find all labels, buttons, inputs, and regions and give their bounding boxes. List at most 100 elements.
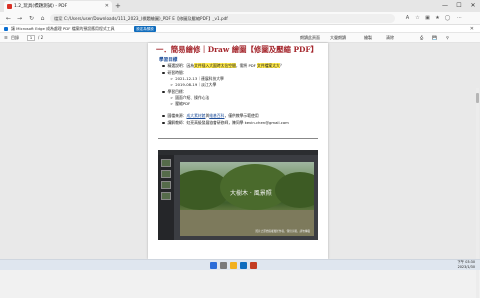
default-pdf-notification: 讓 Microsoft Edge 成為處理 PDF 檔案的預設應用程式工具 設定… — [0, 25, 480, 33]
goal-1: 圖面介紹、操作心法 — [175, 95, 210, 100]
bullet-icon — [162, 114, 165, 118]
goal-line-1: ➢ 圖面介紹、操作心法 — [170, 95, 209, 100]
tab-strip: 1.2_玩具(標題測試) - PDF ✕ + — ☐ ✕ — [0, 0, 480, 12]
url-field[interactable]: 檔案 C:/Users/user/Downloads/111_2023_(標題繪… — [50, 14, 395, 23]
study-time-label: 研習時間： — [167, 70, 187, 75]
edge-icon — [4, 27, 8, 31]
pin-icon[interactable]: ⚲ — [446, 33, 449, 43]
clock-date: 2023/1/30 — [457, 265, 475, 269]
address-bar: ← → ↻ ⌂ 檔案 C:/Users/user/Downloads/111_2… — [0, 12, 480, 25]
page-title: 一．簡易繪修｜Draw 繪圖【修圖及壓縮 PDF】 — [156, 45, 319, 54]
favorites-icon[interactable]: ★ — [434, 15, 441, 22]
divider — [158, 138, 318, 139]
arrow-icon: ➢ — [170, 76, 174, 81]
teacher-line: 講解教師：虹亮高級發展協會研修師，陳同學 kevin.chen@gmail.co… — [162, 120, 289, 125]
description-label: 精選說明：因為 — [167, 63, 195, 68]
start-icon[interactable] — [210, 262, 217, 269]
file-protocol-label: 檔案 — [54, 16, 63, 21]
more-menu-icon[interactable]: ⋯ — [456, 15, 463, 22]
photo-caption: 照片之原始版權屬於作者，僅供示範，請勿轉載 — [255, 229, 310, 233]
app-icon[interactable] — [250, 262, 257, 269]
close-window-button[interactable]: ✕ — [466, 0, 480, 12]
source-link-2[interactable]: 維基百科 — [209, 113, 224, 118]
close-tab-icon[interactable]: ✕ — [105, 1, 109, 12]
thumbnail — [161, 159, 171, 167]
refresh-icon[interactable]: ↻ — [27, 14, 36, 23]
source-link-1[interactable]: 成大素材館 — [186, 113, 205, 118]
favorite-star-icon[interactable]: ☆ — [414, 15, 421, 22]
pdf-page: 一．簡易繪修｜Draw 繪圖【修圖及壓縮 PDF】 學習目標 精選說明：因為文件… — [148, 43, 328, 259]
contents-button[interactable]: 目錄 — [11, 33, 19, 43]
source-end: ，僅供教學示範使用 — [224, 113, 259, 118]
arrow-icon: ➢ — [170, 101, 174, 106]
edge-browser-icon[interactable] — [240, 262, 247, 269]
date-2: 2019-08-19｜淡江大學 — [175, 82, 217, 87]
forward-arrow-icon[interactable]: → — [15, 14, 24, 23]
notification-text: 讓 Microsoft Edge 成為處理 PDF 檔案的預設應用程式工具 — [11, 26, 115, 31]
erase-button[interactable]: 清除 — [386, 33, 394, 43]
tree-canopy — [275, 172, 314, 208]
study-time-line: 研習時間： — [162, 70, 186, 75]
arrow-icon: ➢ — [170, 95, 174, 100]
home-icon[interactable]: ⌂ — [38, 14, 47, 23]
goals-label: 學習目標： — [167, 89, 187, 94]
goal-line-2: ➢ 壓縮PDF — [170, 101, 190, 106]
set-default-button[interactable]: 設定為預設 — [134, 26, 156, 32]
photo-watermark: 大樹木 · 風景照 — [230, 190, 272, 197]
taskbar: 下午 03:30 2023/1/30 — [0, 259, 480, 270]
tab-title: 1.2_玩具(標題測試) - PDF — [14, 4, 68, 9]
search-icon[interactable] — [220, 262, 227, 269]
close-notification-icon[interactable]: ✕ — [470, 25, 474, 33]
save-icon[interactable]: 💾 — [432, 33, 437, 43]
highlighted-text-2: 文件檔案太大 — [257, 63, 280, 68]
teacher-label: 講解教師： — [167, 120, 187, 125]
scrollbar-thumb[interactable] — [476, 93, 479, 103]
screenshot-titlebar — [158, 150, 318, 155]
date-1: 2021-12-13｜連展科技大學 — [175, 76, 224, 81]
read-aloud-icon[interactable]: A — [404, 15, 411, 22]
url-text: C:/Users/user/Downloads/111_2023_(標題繪圖)_… — [64, 16, 228, 21]
contents-icon[interactable]: ☰ — [4, 33, 8, 43]
description-line: 精選說明：因為文件插入大圖時太佔空間，需將 PDF 文件檔案太大？ — [162, 63, 284, 68]
date-line-2: ➢ 2019-08-19｜淡江大學 — [170, 82, 216, 87]
bullet-icon — [162, 121, 165, 125]
page-total: / 2 — [38, 35, 44, 40]
pdf-icon — [7, 4, 12, 9]
highlighted-text: 文件插入大圖時太佔空間 — [194, 63, 236, 68]
profile-icon[interactable]: ◯ — [444, 15, 451, 22]
highlight-button[interactable]: 繪製 — [364, 33, 372, 43]
file-explorer-icon[interactable] — [230, 262, 237, 269]
source-line: 圖檔來源：成大素材館與維基百科，僅供教學示範使用 — [162, 113, 259, 118]
print-icon[interactable]: ⎙ — [420, 33, 423, 43]
read-aloud-button[interactable]: 朗讀此頁面 — [300, 33, 320, 43]
minimize-button[interactable]: — — [438, 0, 452, 12]
maximize-button[interactable]: ☐ — [452, 0, 466, 12]
back-arrow-icon[interactable]: ← — [4, 14, 13, 23]
bullet-icon — [162, 90, 165, 94]
goals-line: 學習目標： — [162, 89, 186, 94]
screenshot-sidebar — [158, 155, 174, 240]
bullet-icon — [162, 71, 165, 75]
source-label: 圖檔來源： — [167, 113, 187, 118]
tab-pdf[interactable]: 1.2_玩具(標題測試) - PDF ✕ — [4, 1, 112, 12]
tree-photo: 大樹木 · 風景照 照片之原始版權屬於作者，僅供示範，請勿轉載 — [180, 162, 314, 236]
pdf-toolbar: ☰ 目錄 1 / 2 朗讀此頁面 大聲朗讀 繪製 清除 ⎙ 💾 ⚲ — [0, 33, 480, 43]
thumbnail — [161, 192, 171, 200]
teacher-name: 虹亮高級發展協會研修師，陳同學 kevin.chen@gmail.com — [186, 120, 289, 125]
thumbnail — [161, 170, 171, 178]
document-viewer: 一．簡易繪修｜Draw 繪圖【修圖及壓縮 PDF】 學習目標 精選說明：因為文件… — [0, 43, 480, 298]
goal-2: 壓縮PDF — [175, 101, 191, 106]
page-number-input[interactable]: 1 — [27, 35, 35, 41]
draw-tool-button[interactable]: 大聲朗讀 — [330, 33, 346, 43]
embedded-screenshot: 大樹木 · 風景照 照片之原始版權屬於作者，僅供示範，請勿轉載 — [158, 150, 318, 240]
collections-icon[interactable]: ▣ — [424, 15, 431, 22]
system-clock[interactable]: 下午 03:30 2023/1/30 — [457, 260, 475, 270]
thumbnail — [161, 181, 171, 189]
arrow-icon: ➢ — [170, 82, 174, 87]
new-tab-button[interactable]: + — [115, 1, 121, 11]
bullet-icon — [162, 64, 165, 68]
description-middle: ，需將 PDF — [235, 63, 258, 68]
description-end: ？ — [279, 63, 284, 68]
browser-window: 1.2_玩具(標題測試) - PDF ✕ + — ☐ ✕ ← → ↻ ⌂ 檔案 … — [0, 0, 480, 298]
date-line-1: ➢ 2021-12-13｜連展科技大學 — [170, 76, 224, 81]
